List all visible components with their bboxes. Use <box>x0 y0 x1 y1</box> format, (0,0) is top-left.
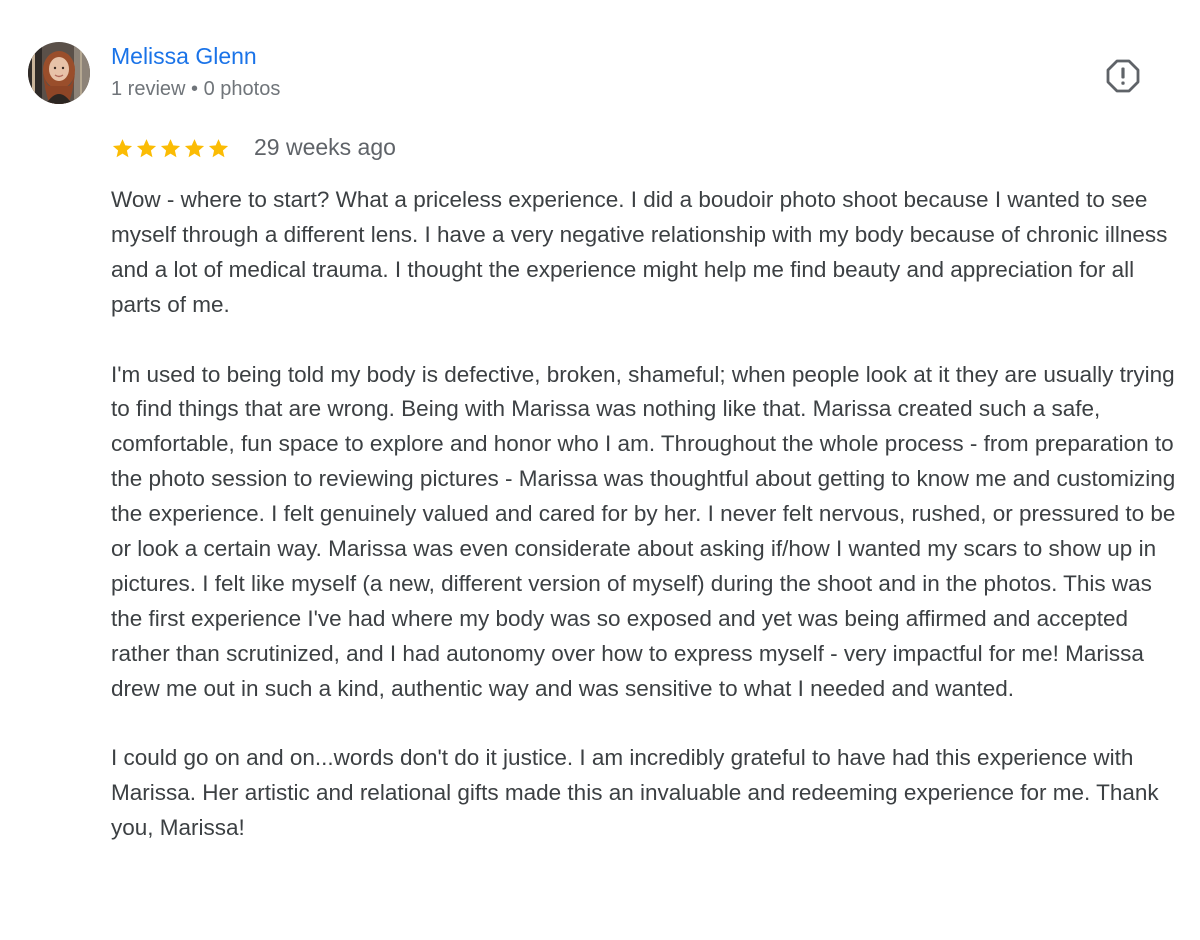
star-icon <box>112 138 133 157</box>
star-icon <box>184 138 205 157</box>
author-review-count: 1 review • 0 photos <box>111 78 281 100</box>
star-icon <box>208 138 229 157</box>
review-date: 29 weeks ago <box>254 134 396 160</box>
author-avatar[interactable] <box>28 42 90 104</box>
star-rating <box>111 133 230 163</box>
review-text: Wow - where to start? What a priceless e… <box>111 183 1186 846</box>
author-name-link[interactable]: Melissa Glenn <box>111 43 257 70</box>
report-flag-icon[interactable] <box>1106 59 1140 93</box>
star-icon <box>160 138 181 157</box>
review-paragraph: I'm used to being told my body is defect… <box>111 361 1176 701</box>
star-icon <box>136 138 157 157</box>
avatar-photo-icon <box>28 42 90 104</box>
stars-row <box>111 137 230 160</box>
review-paragraph: Wow - where to start? What a priceless e… <box>111 187 1168 317</box>
review-paragraph: I could go on and on...words don't do it… <box>111 745 1159 841</box>
